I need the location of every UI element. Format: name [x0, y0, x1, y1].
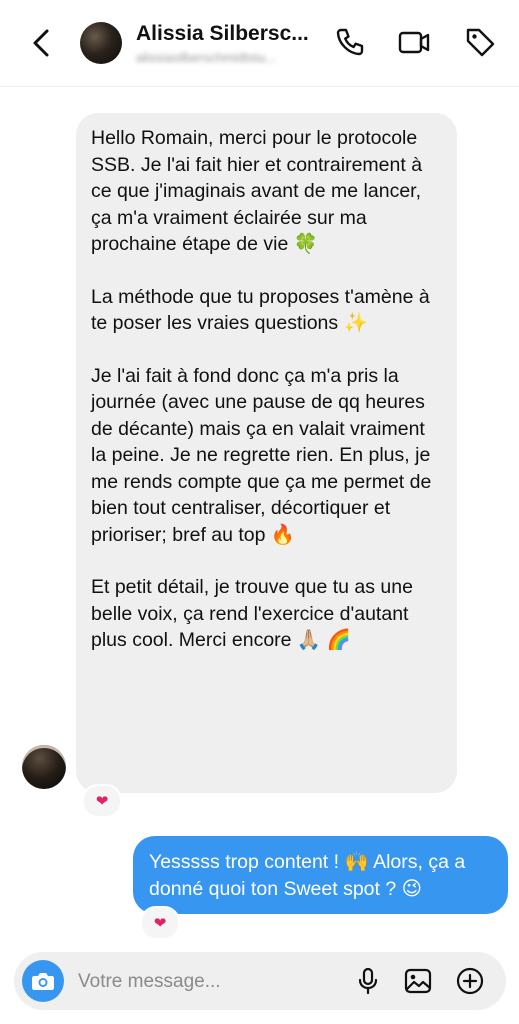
video-call-button[interactable] [396, 24, 432, 60]
heart-reaction[interactable]: ❤ [82, 784, 122, 818]
tag-button[interactable] [462, 24, 498, 60]
plus-circle-icon [456, 967, 484, 995]
message-paragraph: Et petit détail, je trouve que tu as une… [91, 576, 413, 651]
video-camera-icon [398, 31, 430, 54]
call-button[interactable] [332, 24, 368, 60]
camera-icon [32, 973, 54, 990]
outgoing-message-text: Yesssss trop content ! 🙌 Alors, ça a don… [149, 851, 466, 900]
message-paragraph: La méthode que tu proposes t'amène à te … [91, 285, 430, 335]
outgoing-message-bubble[interactable]: Yesssss trop content ! 🙌 Alors, ça a don… [133, 836, 508, 914]
contact-avatar[interactable] [80, 22, 122, 64]
phone-icon [336, 28, 364, 56]
voice-message-button[interactable] [352, 965, 384, 997]
image-icon [404, 968, 432, 994]
sender-avatar[interactable] [22, 745, 66, 789]
microphone-icon [358, 967, 378, 995]
heart-reaction[interactable]: ❤ [140, 906, 180, 940]
heart-icon: ❤ [95, 793, 109, 810]
conversation-header: Alissia Silbersc... alissiasilberschmidt… [0, 0, 519, 87]
contact-handle: alissiasilberschmidtstu... [136, 50, 277, 65]
message-paragraph: Je l'ai fait à fond donc ça m'a pris la … [91, 364, 432, 546]
back-button[interactable] [28, 26, 56, 60]
message-composer [14, 952, 506, 1010]
gallery-button[interactable] [402, 965, 434, 997]
incoming-message-bubble[interactable]: Hello Romain, merci pour le protocole SS… [76, 113, 457, 793]
heart-icon: ❤ [153, 915, 167, 932]
camera-button[interactable] [22, 960, 64, 1002]
message-paragraph: Hello Romain, merci pour le protocole SS… [91, 127, 423, 255]
contact-name[interactable]: Alissia Silbersc... [136, 22, 309, 46]
chevron-left-icon [33, 29, 49, 57]
tag-icon [466, 28, 495, 57]
add-attachment-button[interactable] [454, 965, 486, 997]
message-input[interactable] [76, 968, 340, 996]
